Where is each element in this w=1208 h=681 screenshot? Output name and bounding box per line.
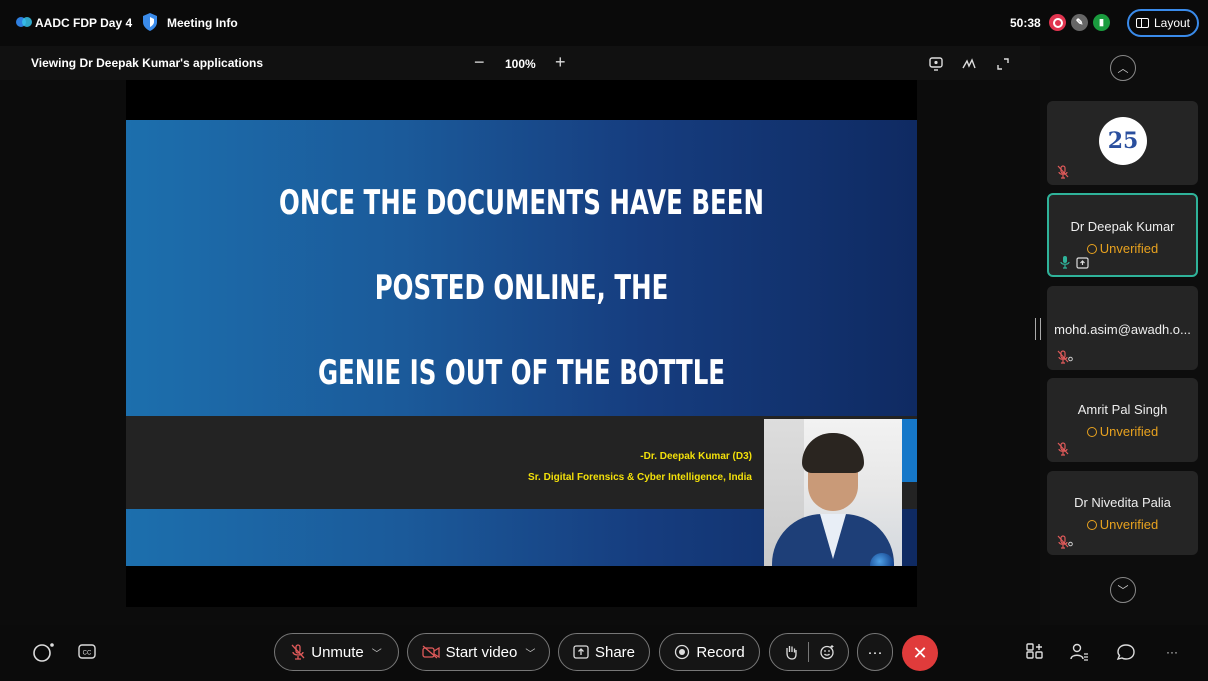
reactions-group (769, 633, 849, 671)
slide-credit-name: -Dr. Deepak Kumar (D3) (640, 451, 752, 462)
participant-name: Dr Nivedita Palia (1074, 495, 1171, 510)
reactions-icon[interactable] (819, 644, 835, 660)
layout-button[interactable]: Layout (1127, 9, 1199, 37)
network-health-icon[interactable]: ▮ (1093, 14, 1110, 31)
unmute-label: Unmute (311, 643, 364, 661)
participant-tile[interactable]: Dr Nivedita Palia Unverified (1047, 471, 1198, 555)
unmute-button[interactable]: Unmute ﹀ (274, 633, 399, 671)
mic-active-icon (1060, 256, 1070, 269)
meeting-controls: CC Unmute ﹀ Start video ﹀ Share Record ·… (0, 625, 1208, 681)
slide-heading-line-2: POSTED ONLINE, THE (374, 268, 669, 308)
record-icon (675, 644, 690, 660)
zoom-in-button[interactable]: + (555, 52, 566, 73)
viewing-label: Viewing Dr Deepak Kumar's applications (31, 56, 264, 70)
clock-icon (1086, 520, 1097, 530)
connection-icon[interactable]: ✎ (1071, 14, 1088, 31)
mic-muted-icon (1057, 535, 1073, 549)
scroll-up-button[interactable]: ︿ (1110, 55, 1136, 81)
share-label: Share (594, 643, 636, 661)
remote-control-icon[interactable] (929, 57, 943, 71)
layout-label: Layout (1153, 16, 1191, 30)
participant-tile[interactable]: Dr Deepak Kumar Unverified (1047, 193, 1198, 277)
meeting-window: AADC FDP Day 4 Meeting Info 50:38 ✎ ▮ La… (0, 0, 1208, 681)
slide-heading-line-3: GENIE IS OUT OF THE BOTTLE (317, 353, 726, 393)
unverified-status: Unverified (1049, 241, 1196, 256)
chat-icon[interactable] (1115, 641, 1137, 663)
share-button[interactable]: Share (558, 633, 650, 671)
shared-screen: ONCE THE DOCUMENTS HAVE BEEN POSTED ONLI… (126, 80, 917, 607)
share-toolbar: Viewing Dr Deepak Kumar's applications −… (0, 46, 1208, 80)
mic-muted-icon (1057, 350, 1073, 364)
leave-meeting-button[interactable]: ✕ (902, 635, 938, 671)
start-video-button[interactable]: Start video ﹀ (407, 633, 550, 671)
chevron-down-icon[interactable]: ﹀ (372, 645, 382, 660)
start-video-label: Start video (445, 643, 518, 661)
participant-panel: ︿ 25 Dr Deepak Kumar Unverified mohd.asi… (1040, 46, 1208, 625)
clock-icon (1086, 427, 1097, 437)
shield-icon[interactable] (141, 12, 159, 32)
more-options-button[interactable]: ··· (857, 633, 893, 671)
chevron-down-icon[interactable]: ﹀ (525, 645, 535, 660)
zoom-out-button[interactable]: − (474, 52, 485, 73)
more-panels-button[interactable]: ··· (1161, 641, 1183, 663)
panel-resize-handle[interactable] (1035, 318, 1041, 340)
participant-tile[interactable]: Amrit Pal Singh Unverified (1047, 378, 1198, 462)
svg-text:CC: CC (83, 651, 92, 657)
meeting-info-link[interactable]: Meeting Info (167, 16, 238, 30)
mic-muted-icon (291, 644, 305, 660)
video-off-icon (421, 645, 440, 659)
record-button[interactable]: Record (659, 633, 760, 671)
screen-share-icon (1076, 257, 1089, 269)
participant-name: mohd.asim@awadh.o... (1054, 322, 1191, 337)
captions-icon[interactable]: CC (78, 644, 96, 660)
presentation-slide: ONCE THE DOCUMENTS HAVE BEEN POSTED ONLI… (126, 120, 917, 566)
slide-heading-line-1: ONCE THE DOCUMENTS HAVE BEEN (279, 183, 764, 223)
unverified-status: Unverified (1047, 517, 1198, 532)
content-stage: ONCE THE DOCUMENTS HAVE BEEN POSTED ONLI… (0, 80, 1040, 625)
participants-icon[interactable] (1068, 641, 1090, 663)
meeting-timer: 50:38 (1010, 16, 1041, 30)
slide-accent-bar (902, 419, 917, 482)
title-bar: AADC FDP Day 4 Meeting Info 50:38 ✎ ▮ La… (0, 0, 1208, 46)
raise-hand-icon[interactable] (784, 644, 798, 660)
ai-assistant-icon[interactable] (32, 641, 56, 663)
recording-indicator-icon[interactable] (1049, 14, 1066, 31)
unverified-status: Unverified (1047, 424, 1198, 439)
meeting-title: AADC FDP Day 4 (35, 16, 133, 30)
slide-credit-title: Sr. Digital Forensics & Cyber Intelligen… (528, 472, 752, 483)
mic-muted-icon (1057, 165, 1069, 179)
apps-icon[interactable] (1024, 641, 1046, 663)
zoom-level[interactable]: 100% (505, 57, 536, 71)
webex-logo-icon (16, 17, 32, 27)
clock-icon (1086, 244, 1097, 254)
presenter-video[interactable] (764, 419, 902, 566)
annotate-icon[interactable] (962, 57, 976, 71)
scroll-down-button[interactable]: ﹀ (1110, 577, 1136, 603)
participant-name: Dr Deepak Kumar (1070, 219, 1175, 234)
mic-muted-icon (1057, 442, 1069, 456)
expand-icon[interactable] (996, 57, 1010, 71)
participant-tile[interactable]: 25 (1047, 101, 1198, 185)
more-icon: ··· (867, 643, 883, 661)
participant-name: Amrit Pal Singh (1077, 402, 1168, 417)
layout-icon (1135, 18, 1149, 28)
share-icon (573, 645, 589, 659)
avatar: 25 (1099, 117, 1147, 165)
record-label: Record (696, 643, 745, 661)
participant-tile[interactable]: mohd.asim@awadh.o... (1047, 286, 1198, 370)
